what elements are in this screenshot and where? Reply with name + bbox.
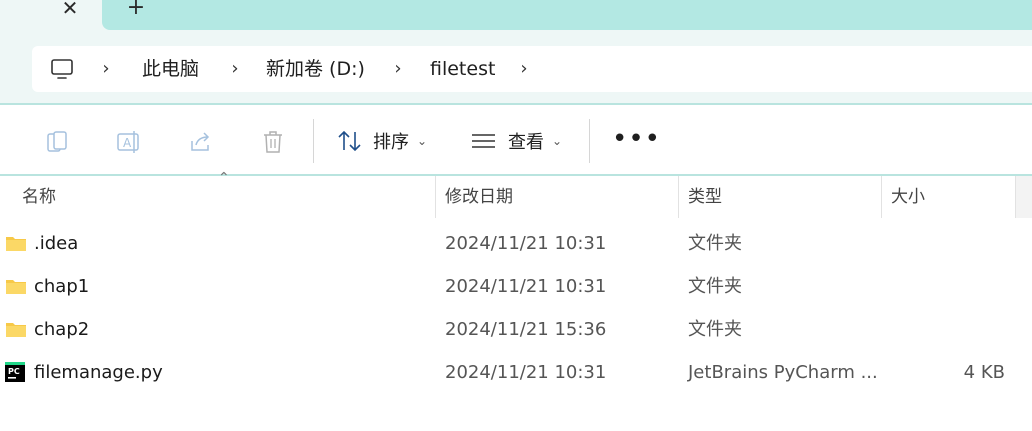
share-icon[interactable] — [188, 129, 214, 155]
more-options-button[interactable]: ••• — [612, 126, 661, 152]
toolbar-separator — [589, 119, 590, 163]
file-modified: 2024/11/21 10:31 — [445, 233, 607, 254]
sort-button[interactable]: 排序 ⌄ — [337, 125, 427, 157]
title-bar: ✕ + › 此电脑 › 新加卷 (D:) › filetest › — [0, 0, 1032, 104]
breadcrumb-drive-d[interactable]: 新加卷 (D:) — [266, 56, 365, 82]
column-divider[interactable] — [435, 176, 436, 218]
file-type: 文件夹 — [688, 319, 742, 340]
file-modified: 2024/11/21 15:36 — [445, 319, 607, 340]
folder-icon — [6, 323, 26, 337]
command-bar: A 排序 ⌄ 查看 ⌄ ••• — [0, 105, 1032, 175]
folder-icon — [6, 237, 26, 251]
pycharm-file-icon: PC — [5, 362, 25, 382]
file-row[interactable]: chap2 2024/11/21 15:36 文件夹 — [0, 308, 1032, 351]
sort-icon — [338, 130, 361, 152]
column-header-type[interactable]: 类型 — [688, 176, 722, 218]
view-list-icon — [472, 134, 495, 148]
file-name: chap1 — [34, 276, 90, 297]
breadcrumb-separator[interactable]: › — [516, 57, 532, 81]
delete-icon[interactable] — [260, 129, 286, 155]
column-divider[interactable] — [881, 176, 882, 218]
this-pc-icon[interactable] — [50, 57, 74, 81]
view-button[interactable]: 查看 ⌄ — [471, 125, 562, 157]
chevron-down-icon: ⌄ — [552, 134, 563, 148]
file-row[interactable]: chap1 2024/11/21 10:31 文件夹 — [0, 265, 1032, 308]
file-size: 4 KB — [963, 362, 1005, 383]
rename-icon[interactable]: A — [116, 129, 142, 155]
column-divider[interactable] — [678, 176, 679, 218]
new-tab-button[interactable]: + — [124, 0, 148, 19]
sort-ascending-icon: ⌃ — [218, 170, 230, 186]
breadcrumb-filetest[interactable]: filetest — [430, 56, 495, 82]
column-header-modified[interactable]: 修改日期 — [445, 176, 513, 218]
header-scroll-area — [1016, 176, 1032, 218]
file-modified: 2024/11/21 10:31 — [445, 276, 607, 297]
copy-icon[interactable] — [44, 129, 70, 155]
toolbar-separator — [313, 119, 314, 163]
close-tab-icon[interactable]: ✕ — [56, 0, 84, 20]
file-name: .idea — [34, 233, 79, 254]
column-header-name[interactable]: 名称 — [22, 176, 56, 218]
divider — [0, 174, 1032, 176]
breadcrumb-separator[interactable]: › — [98, 57, 114, 81]
svg-text:PC: PC — [8, 367, 20, 376]
breadcrumb-separator[interactable]: › — [390, 57, 406, 81]
file-row[interactable]: .idea 2024/11/21 10:31 文件夹 — [0, 222, 1032, 265]
chevron-down-icon: ⌄ — [417, 134, 428, 148]
sort-label: 排序 — [373, 132, 409, 153]
tab-strip — [102, 0, 1032, 30]
folder-icon — [6, 280, 26, 294]
svg-text:A: A — [123, 136, 132, 150]
file-modified: 2024/11/21 10:31 — [445, 362, 607, 383]
file-type: 文件夹 — [688, 276, 742, 297]
file-name: filemanage.py — [34, 362, 163, 383]
address-bar[interactable]: › 此电脑 › 新加卷 (D:) › filetest › — [32, 46, 1032, 92]
breadcrumb-this-pc[interactable]: 此电脑 — [142, 56, 199, 82]
file-type: JetBrains PyCharm ... — [688, 362, 878, 383]
file-name: chap2 — [34, 319, 90, 340]
breadcrumb-separator[interactable]: › — [227, 57, 243, 81]
view-label: 查看 — [508, 132, 544, 153]
file-type: 文件夹 — [688, 233, 742, 254]
file-row[interactable]: PC filemanage.py 2024/11/21 10:31 JetBra… — [0, 351, 1032, 394]
column-header-size[interactable]: 大小 — [891, 176, 925, 218]
